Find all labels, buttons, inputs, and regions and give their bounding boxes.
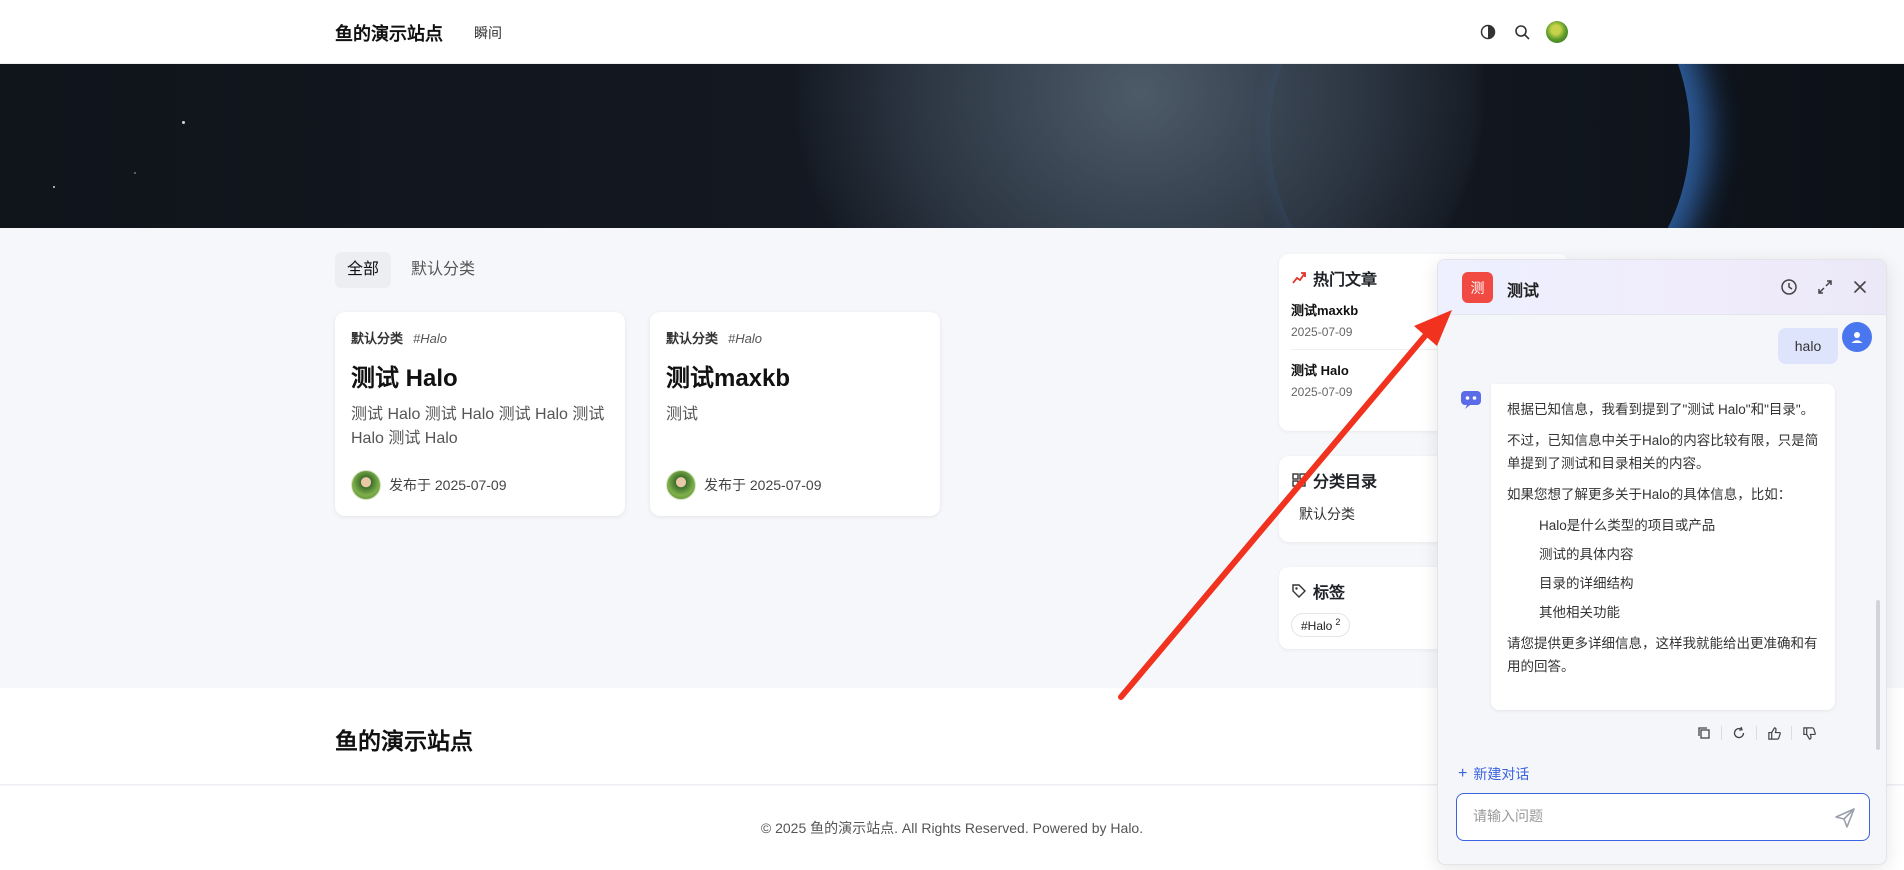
regenerate-icon[interactable] (1728, 722, 1750, 744)
new-chat-label: 新建对话 (1473, 766, 1530, 782)
post-meta: 发布于 2025-07-09 (666, 470, 822, 500)
footer-site-title[interactable]: 鱼的演示站点 (335, 722, 473, 756)
site-header: 鱼的演示站点 瞬间 (0, 0, 1904, 64)
ai-chat-panel: 测 测试 halo 根据已知信息，我看到提到了"测试 Halo"和"目录"。 不… (1437, 259, 1887, 865)
divider (1756, 726, 1757, 740)
divider (1791, 726, 1792, 740)
chat-bot-name: 测试 (1507, 283, 1540, 300)
star (182, 121, 185, 124)
thumbs-down-icon[interactable] (1798, 722, 1820, 744)
star (53, 186, 55, 188)
category-tabs: 全部 默认分类 (335, 252, 487, 288)
post-category[interactable]: 默认分类 (351, 331, 403, 346)
site-title[interactable]: 鱼的演示站点 (335, 20, 443, 46)
chat-scrollbar[interactable] (1876, 600, 1880, 750)
tab-default-category[interactable]: 默认分类 (399, 252, 487, 288)
hot-posts-label: 热门文章 (1313, 272, 1378, 289)
bot-message: 根据已知信息，我看到提到了"测试 Halo"和"目录"。 不过，已知信息中关于H… (1491, 384, 1835, 710)
bot-message-paragraph: 根据已知信息，我看到提到了"测试 Halo"和"目录"。 (1507, 402, 1815, 417)
categories-label: 分类目录 (1313, 474, 1378, 491)
tag-icon (1292, 584, 1306, 598)
theme-toggle-icon[interactable] (1476, 20, 1500, 44)
bot-message-list: Halo是什么类型的项目或产品 测试的具体内容 目录的详细结构 其他相关功能 (1507, 514, 1819, 624)
new-chat-button[interactable]: + 新建对话 (1458, 764, 1529, 784)
post-tag[interactable]: #Halo (728, 331, 762, 346)
tag-chip-count: 2 (1335, 617, 1341, 627)
post-excerpt: 测试 (666, 406, 699, 423)
send-icon[interactable] (1833, 806, 1857, 830)
post-date: 发布于 2025-07-09 (704, 477, 822, 493)
post-category[interactable]: 默认分类 (666, 331, 718, 346)
post-meta: 发布于 2025-07-09 (351, 470, 507, 500)
hero-banner (0, 64, 1904, 228)
author-avatar (666, 470, 696, 500)
post-card[interactable]: 默认分类 #Halo 测试 Halo 测试 Halo 测试 Halo 测试 Hal… (335, 312, 625, 516)
plus-icon: + (1458, 765, 1468, 782)
post-tag[interactable]: #Halo (413, 331, 447, 346)
author-avatar (351, 470, 381, 500)
tab-all[interactable]: 全部 (335, 252, 392, 288)
star (134, 172, 136, 174)
bot-message-paragraph: 请您提供更多详细信息，这样我就能给出更准确和有用的回答。 (1507, 636, 1818, 674)
user-avatar[interactable] (1546, 21, 1568, 43)
user-avatar-icon (1842, 322, 1872, 352)
chat-input-box[interactable] (1456, 793, 1870, 841)
robot-icon (1458, 386, 1484, 412)
post-excerpt: 测试 Halo 测试 Halo 测试 Halo 测试 Halo 测试 Halo (351, 406, 605, 447)
post-title[interactable]: 测试maxkb (666, 358, 924, 393)
thumbs-up-icon[interactable] (1763, 722, 1785, 744)
tag-chip[interactable]: #Halo 2 (1291, 613, 1351, 637)
post-card[interactable]: 默认分类 #Halo 测试maxkb 测试 发布于 2025-07-09 (650, 312, 940, 516)
chat-input[interactable] (1473, 808, 1813, 824)
history-icon[interactable] (1778, 276, 1800, 298)
divider (1721, 726, 1722, 740)
list-item: Halo是什么类型的项目或产品 (1539, 518, 1716, 533)
nav-link-moments[interactable]: 瞬间 (474, 23, 502, 43)
bot-message-paragraph: 不过，已知信息中关于Halo的内容比较有限，只是简单提到了测试和目录相关的内容。 (1507, 433, 1819, 471)
post-title[interactable]: 测试 Halo (351, 358, 609, 393)
expand-icon[interactable] (1814, 276, 1836, 298)
chat-header: 测 测试 (1438, 260, 1886, 315)
post-date: 发布于 2025-07-09 (389, 477, 507, 493)
tag-chip-label: #Halo (1301, 619, 1333, 633)
close-icon[interactable] (1849, 276, 1871, 298)
search-icon[interactable] (1510, 20, 1534, 44)
copy-icon[interactable] (1693, 722, 1715, 744)
list-item: 其他相关功能 (1539, 605, 1620, 620)
tags-label: 标签 (1313, 585, 1346, 602)
user-message: halo (1778, 328, 1838, 364)
list-item: 目录的详细结构 (1539, 576, 1634, 591)
list-item: 测试的具体内容 (1539, 547, 1634, 562)
grid-icon (1292, 473, 1306, 487)
message-actions (1687, 722, 1826, 744)
chat-bot-badge: 测 (1462, 272, 1493, 303)
earth-glow (1270, 64, 1690, 228)
trending-icon (1292, 272, 1306, 284)
bot-message-paragraph: 如果您想了解更多关于Halo的具体信息，比如： (1507, 487, 1792, 502)
